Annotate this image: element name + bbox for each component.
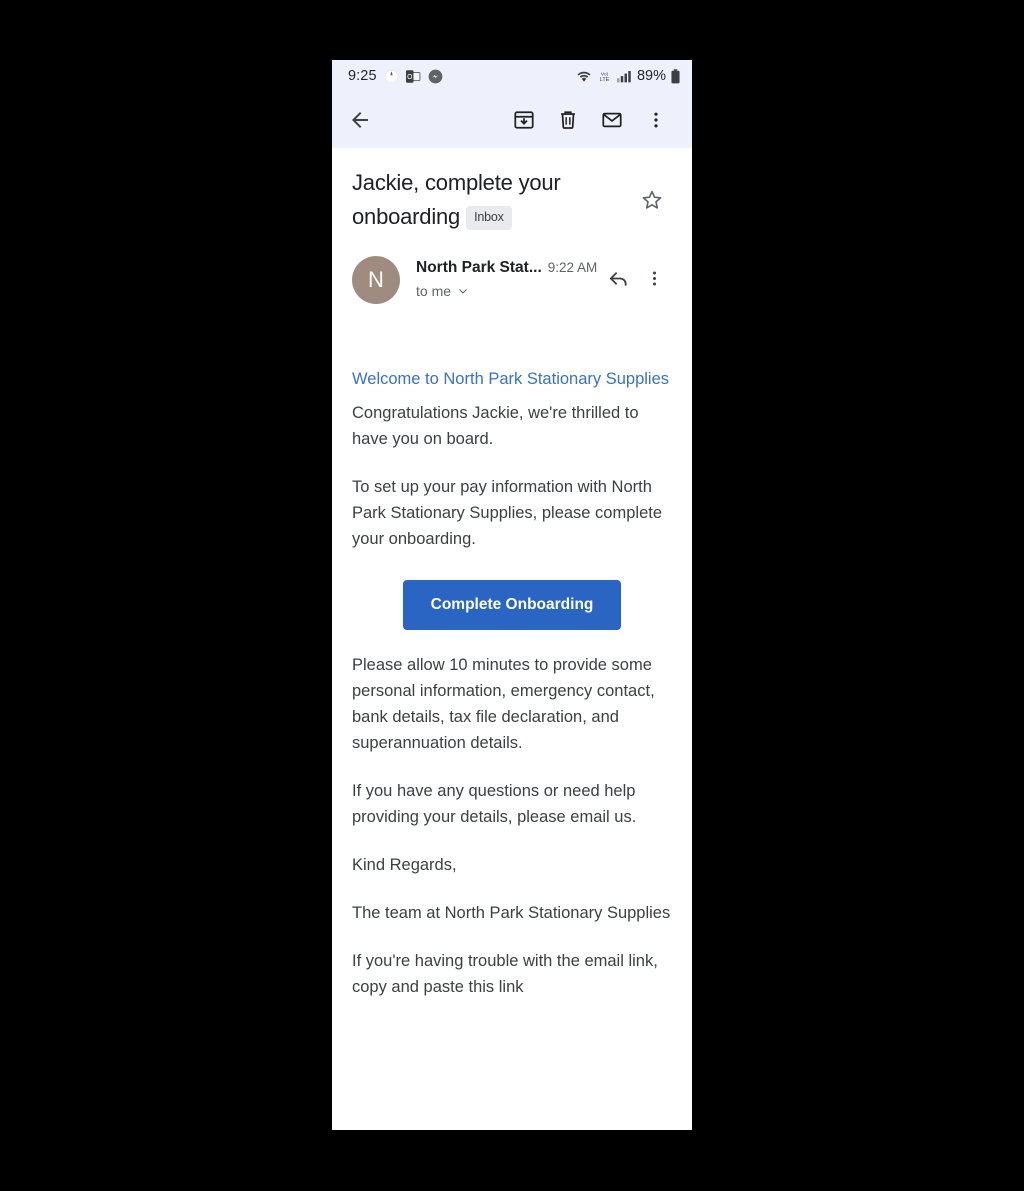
email-action-toolbar	[332, 92, 692, 148]
delete-button[interactable]	[546, 98, 590, 142]
reply-button[interactable]	[600, 260, 636, 296]
email-subject: Jackie, complete your onboarding Inbox	[352, 166, 632, 234]
body-paragraph-1: Congratulations Jackie, we're thrilled t…	[352, 404, 639, 448]
browser-icon	[384, 69, 399, 84]
email-body: Welcome to North Park Stationary Supplie…	[352, 304, 672, 1008]
signal-icon	[616, 70, 632, 83]
subject-row: Jackie, complete your onboarding Inbox	[352, 148, 672, 234]
subject-text: Jackie, complete your onboarding	[352, 170, 561, 229]
toolbar-more-button[interactable]	[634, 98, 678, 142]
email-timestamp: 9:22 AM	[547, 260, 598, 275]
message-more-button[interactable]	[636, 260, 672, 296]
mark-unread-button[interactable]	[590, 98, 634, 142]
welcome-heading-link[interactable]: Welcome to North Park Stationary Supplie…	[352, 366, 672, 392]
sender-name[interactable]: North Park Stat...	[416, 259, 542, 277]
battery-icon	[671, 68, 680, 84]
recipient-label: to me	[416, 283, 452, 299]
avatar[interactable]: N	[352, 256, 400, 304]
battery-percent-label: 89%	[636, 68, 666, 84]
label-chip-inbox[interactable]: Inbox	[466, 206, 512, 230]
body-paragraph-3: Please allow 10 minutes to provide some …	[352, 656, 655, 752]
messenger-icon	[428, 69, 443, 84]
body-paragraph-5: Kind Regards,	[352, 856, 457, 874]
svg-text:O: O	[407, 74, 412, 81]
screenshot-stage: 9:25 O Vo) LTE 89% Jackie, complete your…	[0, 0, 1024, 1191]
body-paragraph-2: To set up your pay information with Nort…	[352, 478, 663, 548]
complete-onboarding-button[interactable]: Complete Onboarding	[402, 580, 622, 630]
body-paragraph-4: If you have any questions or need help p…	[352, 782, 637, 826]
wifi-icon	[576, 70, 592, 83]
sender-row: N North Park Stat... 9:22 AM to me	[352, 256, 672, 304]
sender-actions	[600, 256, 672, 296]
body-paragraph-7: If you're having trouble with the email …	[352, 952, 658, 996]
volte-icon: Vo) LTE	[597, 69, 612, 83]
phone-screen: 9:25 O Vo) LTE 89% Jackie, complete your…	[332, 60, 692, 1130]
email-detail: Jackie, complete your onboarding Inbox N …	[332, 148, 692, 1008]
recipient-line[interactable]: to me	[416, 283, 600, 299]
status-bar-left: 9:25 O	[348, 68, 443, 84]
status-bar: 9:25 O Vo) LTE 89%	[332, 60, 692, 92]
cta-container: Complete Onboarding	[352, 580, 672, 630]
outlook-icon: O	[405, 69, 421, 83]
body-paragraph-6: The team at North Park Stationary Suppli…	[352, 904, 671, 922]
chevron-down-icon	[456, 284, 470, 298]
sender-name-line: North Park Stat... 9:22 AM	[416, 259, 600, 277]
archive-button[interactable]	[502, 98, 546, 142]
star-button[interactable]	[632, 180, 672, 220]
status-bar-clock: 9:25	[348, 68, 377, 84]
svg-text:LTE: LTE	[600, 77, 610, 83]
sender-info: North Park Stat... 9:22 AM to me	[400, 256, 600, 299]
status-bar-right: Vo) LTE 89%	[576, 68, 680, 84]
back-button[interactable]	[348, 98, 388, 142]
